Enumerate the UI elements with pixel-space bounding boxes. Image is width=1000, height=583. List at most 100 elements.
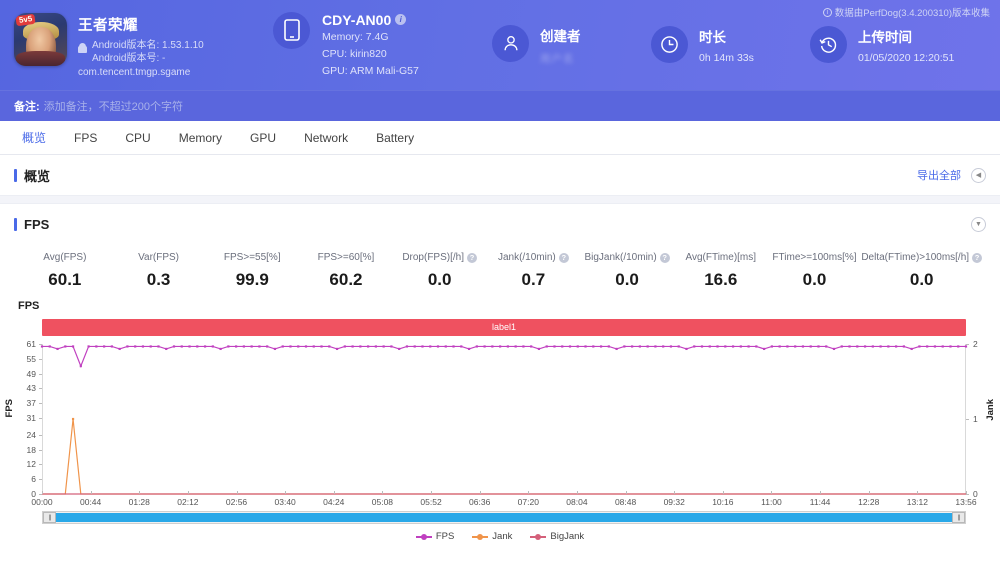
remark-bar[interactable]: 备注: 添加备注，不超过200个字符: [0, 90, 1000, 121]
y2-tick-label: 2: [973, 339, 978, 349]
device-info-block: CDY-AN00 i Memory: 7.4G CPU: kirin820 GP…: [273, 12, 488, 79]
x-tick-label: 05:08: [372, 497, 393, 507]
series-marker: [367, 345, 369, 347]
tab-FPS[interactable]: FPS: [60, 121, 111, 155]
creator-block: 创建者 用户名: [492, 25, 647, 66]
series-line-FPS: [42, 346, 966, 366]
export-all-link[interactable]: 导出全部: [917, 167, 961, 183]
x-axis: 00:0000:4401:2802:1202:5603:4004:2405:08…: [42, 494, 966, 510]
series-marker: [879, 345, 881, 347]
scrollbar-fill[interactable]: [56, 513, 952, 522]
clock-icon: [651, 26, 688, 63]
x-tick-label: 11:00: [761, 497, 782, 507]
scrollbar-right-grip[interactable]: |||: [952, 512, 965, 523]
scrollbar-left-grip[interactable]: |||: [43, 512, 56, 523]
phone-icon: [273, 12, 310, 49]
remark-input-placeholder[interactable]: 添加备注，不超过200个字符: [44, 98, 183, 114]
series-marker: [41, 345, 43, 347]
stat-label-text: Avg(FTime)[ms]: [685, 252, 756, 263]
stat-value: 0.0: [768, 270, 862, 290]
device-text-group: CDY-AN00 i Memory: 7.4G CPU: kirin820 GP…: [322, 12, 419, 79]
series-marker: [887, 345, 889, 347]
series-marker: [895, 345, 897, 347]
y-tick-mark: [39, 344, 42, 345]
x-tick-label: 08:48: [615, 497, 636, 507]
x-tick-mark: [723, 491, 724, 494]
series-marker: [647, 345, 649, 347]
help-icon[interactable]: ?: [467, 253, 477, 263]
chart-horizontal-scrollbar[interactable]: ||| |||: [42, 511, 966, 524]
stat-Jank(/10min): Jank(/10min)?0.7: [487, 252, 581, 290]
app-info-block: 5v5 王者荣耀 Android版本名: 1.53.1.10 Android版本…: [0, 13, 265, 78]
help-icon[interactable]: ?: [972, 253, 982, 263]
series-marker: [196, 345, 198, 347]
series-marker: [763, 348, 765, 350]
series-marker: [903, 345, 905, 347]
y2-tick-mark: [966, 344, 969, 345]
duration-value: 0h 14m 33s: [699, 52, 754, 64]
legend-label: FPS: [436, 531, 454, 542]
series-marker: [639, 345, 641, 347]
series-marker: [274, 348, 276, 350]
series-marker: [491, 345, 493, 347]
x-tick-label: 03:40: [275, 497, 296, 507]
stat-label: FTime>=100ms[%]: [768, 252, 862, 263]
tab-CPU[interactable]: CPU: [111, 121, 164, 155]
y-tick-label: 18: [27, 445, 36, 455]
series-marker: [437, 345, 439, 347]
series-marker: [165, 348, 167, 350]
y-axis-title: FPS: [4, 399, 15, 417]
series-marker: [507, 345, 509, 347]
series-marker: [95, 345, 97, 347]
tab-Memory[interactable]: Memory: [165, 121, 236, 155]
series-marker: [965, 345, 967, 347]
label-bar[interactable]: label1: [42, 319, 966, 336]
series-marker: [662, 345, 664, 347]
x-tick-label: 02:56: [226, 497, 247, 507]
series-marker: [119, 348, 121, 350]
chevron-down-icon[interactable]: ▼: [971, 217, 986, 232]
tab-Network[interactable]: Network: [290, 121, 362, 155]
series-marker: [483, 345, 485, 347]
plot-area: FPS Jank 06121824313743495561012: [42, 344, 966, 494]
series-marker: [755, 345, 757, 347]
series-marker: [375, 345, 377, 347]
series-marker: [732, 345, 734, 347]
series-marker: [251, 345, 253, 347]
series-marker: [747, 345, 749, 347]
help-icon[interactable]: ?: [559, 253, 569, 263]
stat-FPS>=55[%]: FPS>=55[%]99.9: [205, 252, 299, 290]
x-tick-label: 01:28: [129, 497, 150, 507]
y2-tick-mark: [966, 494, 969, 495]
stat-FTime>=100ms[%]: FTime>=100ms[%] 0.0: [768, 252, 862, 290]
series-marker: [390, 345, 392, 347]
duration-title: 时长: [699, 26, 754, 46]
series-marker: [709, 345, 711, 347]
chart-svg: [42, 344, 966, 494]
series-marker: [577, 345, 579, 347]
series-marker: [445, 345, 447, 347]
series-marker: [460, 345, 462, 347]
overview-title: 概览: [14, 166, 50, 185]
series-marker: [942, 345, 944, 347]
tab-概览[interactable]: 概览: [8, 121, 60, 155]
x-tick-mark: [285, 491, 286, 494]
x-tick-mark: [431, 491, 432, 494]
tab-Battery[interactable]: Battery: [362, 121, 428, 155]
x-tick-mark: [917, 491, 918, 494]
legend-item-BigJank[interactable]: BigJank: [530, 531, 584, 542]
stat-label-text: Var(FPS): [138, 252, 179, 263]
y-tick-mark: [39, 418, 42, 419]
tab-GPU[interactable]: GPU: [236, 121, 290, 155]
legend-item-FPS[interactable]: FPS: [416, 531, 454, 542]
x-tick-label: 05:52: [420, 497, 441, 507]
x-tick-mark: [237, 491, 238, 494]
legend-item-Jank[interactable]: Jank: [472, 531, 512, 542]
stat-Avg(FPS): Avg(FPS)60.1: [18, 252, 112, 290]
duration-block: 时长 0h 14m 33s: [651, 26, 806, 64]
duration-text-group: 时长 0h 14m 33s: [699, 26, 754, 64]
collapse-left-icon[interactable]: ◀: [971, 168, 986, 183]
device-info-icon[interactable]: i: [395, 14, 406, 25]
help-icon[interactable]: ?: [660, 253, 670, 263]
report-header: i 数据由PerfDog(3.4.200310)版本收集 5v5 王者荣耀 An…: [0, 0, 1000, 90]
